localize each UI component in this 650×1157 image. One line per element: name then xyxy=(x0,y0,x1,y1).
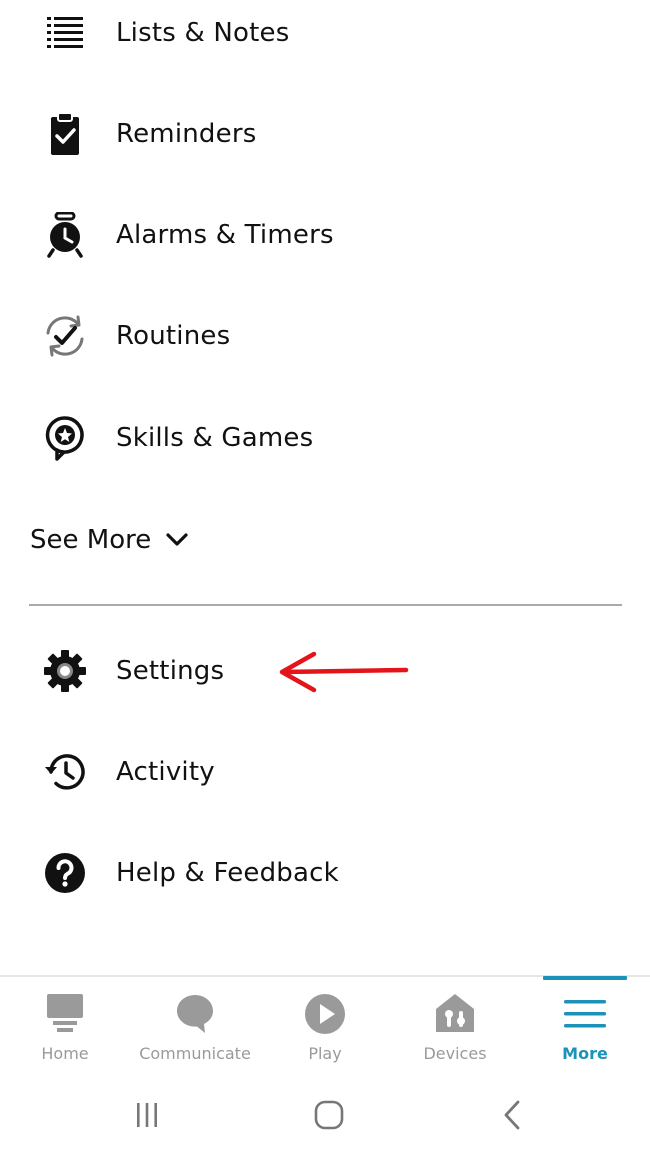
tab-devices[interactable]: Devices xyxy=(390,977,520,1077)
menu-item-activity[interactable]: Activity xyxy=(0,732,650,812)
menu-item-label: Lists & Notes xyxy=(116,18,290,48)
menu-item-label: Alarms & Timers xyxy=(116,220,334,250)
menu-item-label: Settings xyxy=(116,656,225,686)
active-tab-indicator xyxy=(543,976,627,980)
tab-label: More xyxy=(562,1044,608,1063)
gear-icon xyxy=(40,646,90,696)
tab-home[interactable]: Home xyxy=(0,977,130,1077)
menu-item-label: Reminders xyxy=(116,119,257,149)
tab-more[interactable]: More xyxy=(520,976,650,1077)
menu-item-label: Help & Feedback xyxy=(116,858,339,888)
tab-label: Communicate xyxy=(139,1044,251,1063)
list-icon xyxy=(40,8,90,58)
menu-item-skills-games[interactable]: Skills & Games xyxy=(0,398,650,478)
routine-check-icon xyxy=(40,311,90,361)
skills-star-icon xyxy=(40,413,90,463)
home-icon xyxy=(38,991,92,1037)
hamburger-icon xyxy=(558,991,612,1037)
menu-item-lists-notes[interactable]: Lists & Notes xyxy=(0,0,650,73)
see-more-label: See More xyxy=(30,525,152,555)
history-icon xyxy=(40,747,90,797)
alarm-clock-icon xyxy=(40,210,90,260)
menu-item-routines[interactable]: Routines xyxy=(0,296,650,376)
tab-play[interactable]: Play xyxy=(260,977,390,1077)
chat-bubble-icon xyxy=(168,991,222,1037)
tab-label: Play xyxy=(308,1044,342,1063)
menu-item-label: Activity xyxy=(116,757,215,787)
menu-item-label: Routines xyxy=(116,321,231,351)
chevron-down-icon xyxy=(166,533,188,546)
question-icon xyxy=(40,848,90,898)
back-icon[interactable] xyxy=(496,1097,526,1133)
tab-label: Home xyxy=(41,1044,89,1063)
tab-communicate[interactable]: Communicate xyxy=(130,977,260,1077)
play-icon xyxy=(298,991,352,1037)
home-circle-icon[interactable] xyxy=(311,1097,347,1133)
tab-label: Devices xyxy=(423,1044,487,1063)
bottom-tab-bar: Home Communicate Play Devices More xyxy=(0,975,650,1077)
section-divider xyxy=(29,604,622,606)
menu-item-help-feedback[interactable]: Help & Feedback xyxy=(0,833,650,913)
devices-icon xyxy=(428,991,482,1037)
menu-item-label: Skills & Games xyxy=(116,423,314,453)
system-nav-bar xyxy=(0,1075,650,1157)
red-arrow-annotation xyxy=(279,651,409,693)
recent-apps-icon[interactable] xyxy=(130,1097,164,1133)
menu-item-reminders[interactable]: Reminders xyxy=(0,94,650,174)
clipboard-check-icon xyxy=(40,109,90,159)
see-more-toggle[interactable]: See More xyxy=(30,516,189,564)
menu-item-alarms-timers[interactable]: Alarms & Timers xyxy=(0,195,650,275)
